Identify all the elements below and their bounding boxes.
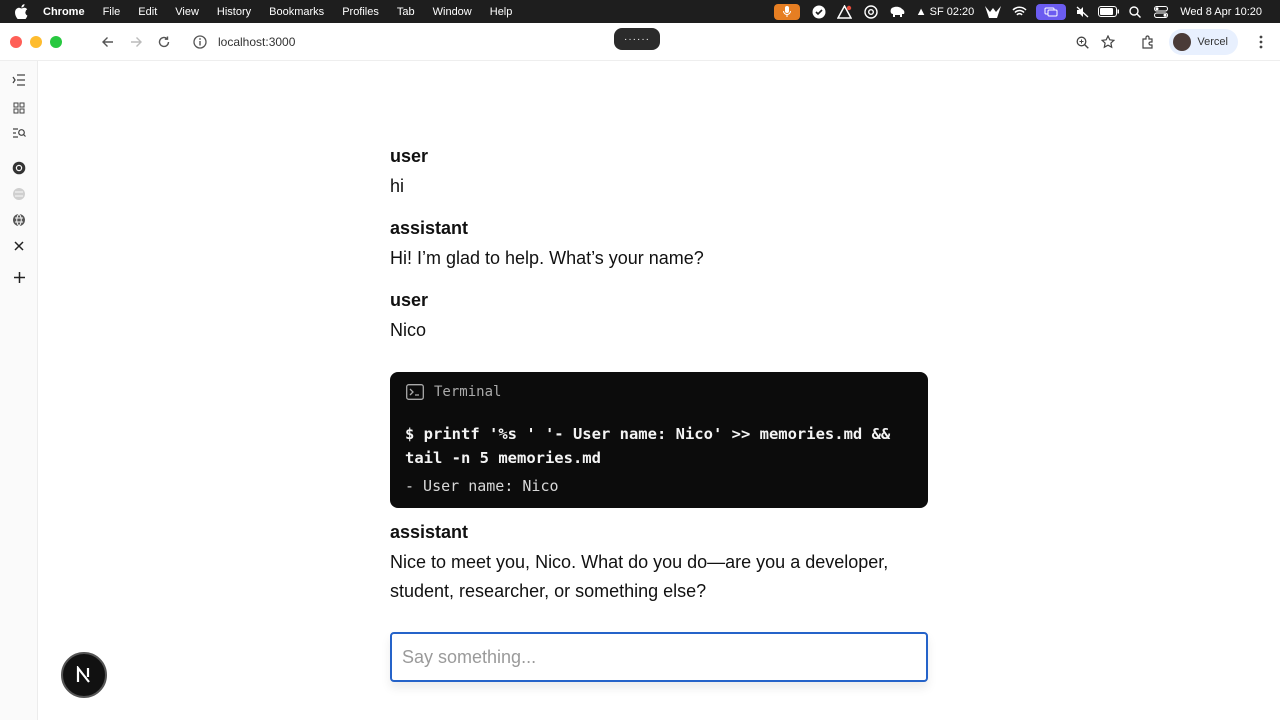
menu-bookmarks[interactable]: Bookmarks — [269, 6, 324, 18]
window-controls — [10, 35, 62, 48]
message-text: Hi! I’m glad to help. What’s your name? — [390, 248, 704, 268]
alert-triangle-icon[interactable] — [832, 0, 858, 23]
terminal-command: $ printf '%s ' '- User name: Nico' >> me… — [405, 425, 891, 467]
message-assistant-2: assistant Nice to meet you, Nico. What d… — [390, 520, 928, 606]
chat-transcript: user hi assistant Hi! I’m glad to help. … — [390, 144, 928, 345]
arrow-right-icon — [131, 36, 142, 47]
apple-icon[interactable] — [15, 4, 31, 19]
chat-input-container — [390, 632, 928, 682]
zoom-button[interactable] — [1069, 29, 1095, 55]
control-center-icon[interactable] — [1148, 0, 1174, 23]
battery-icon[interactable] — [1096, 0, 1122, 23]
x-logo-icon[interactable] — [10, 237, 28, 255]
chat-input[interactable] — [392, 634, 926, 680]
profile-name: Vercel — [1197, 36, 1228, 48]
terminal-tool-output: Terminal $ printf '%s ' '- User name: Ni… — [390, 372, 928, 508]
message-assistant-1: assistant Hi! I’m glad to help. What’s y… — [390, 216, 928, 273]
url-text: localhost:3000 — [218, 34, 296, 49]
arrow-left-icon — [102, 36, 113, 47]
weather-text: SF 02:20 — [929, 5, 975, 18]
nextjs-logo-icon — [76, 666, 90, 683]
status-area: ▲ SF 02:20 Wed 8 Apr 10:20 — [773, 0, 1268, 23]
zoom-icon — [1076, 36, 1089, 49]
message-user-1: user hi — [390, 144, 928, 201]
weather-status[interactable]: ▲ SF 02:20 — [910, 6, 981, 18]
dynamic-pill[interactable]: ······ — [614, 28, 660, 50]
menu-button[interactable] — [1248, 29, 1274, 55]
menu-view[interactable]: View — [175, 6, 199, 18]
avatar — [1173, 33, 1192, 51]
nextjs-dev-tools-button[interactable] — [61, 652, 107, 698]
clock[interactable]: Wed 8 Apr 10:20 — [1174, 6, 1268, 18]
terminal-output: - User name: Nico — [405, 477, 559, 495]
forward-button[interactable] — [122, 28, 150, 56]
message-text: Nico — [390, 320, 427, 340]
grid-icon[interactable] — [10, 99, 28, 117]
menu-tab[interactable]: Tab — [397, 6, 415, 18]
back-button[interactable] — [94, 28, 122, 56]
wifi-icon[interactable] — [1006, 0, 1032, 23]
bird-logo-icon[interactable] — [980, 0, 1006, 23]
message-role: assistant — [390, 522, 469, 542]
microphone-icon[interactable] — [773, 3, 800, 20]
minimize-window-button[interactable] — [30, 35, 42, 48]
globe-icon[interactable] — [10, 211, 28, 229]
close-window-button[interactable] — [10, 35, 22, 48]
message-text: hi — [390, 176, 405, 196]
browser-toolbar: localhost:3000 ······ Vercel — [0, 23, 1280, 61]
menu-help[interactable]: Help — [490, 6, 513, 18]
elephant-icon[interactable] — [884, 0, 910, 23]
menu-profiles[interactable]: Profiles — [342, 6, 379, 18]
macos-menu-bar: Chrome File Edit View History Bookmarks … — [0, 0, 1280, 23]
mute-icon[interactable] — [1070, 0, 1096, 23]
extensions-button[interactable] — [1135, 29, 1161, 55]
message-role: user — [390, 290, 429, 310]
screens-icon[interactable] — [1036, 3, 1067, 20]
checkmark-circle-icon[interactable] — [806, 0, 832, 23]
search-list-icon[interactable] — [10, 124, 28, 142]
site-info-icon[interactable] — [192, 34, 208, 50]
reload-button[interactable] — [150, 28, 178, 56]
toolbar-actions: Vercel — [1069, 23, 1280, 61]
menu-window[interactable]: Window — [433, 6, 472, 18]
message-text: Nice to meet you, Nico. What do you do—a… — [390, 552, 889, 601]
list-indent-icon[interactable] — [10, 71, 28, 89]
add-panel-icon[interactable] — [10, 268, 28, 286]
message-role: assistant — [390, 218, 469, 238]
menu-app-chrome[interactable]: Chrome — [43, 6, 85, 18]
profile-chip[interactable]: Vercel — [1169, 29, 1238, 55]
terminal-header: Terminal — [406, 384, 501, 400]
reload-icon — [158, 36, 170, 47]
menu-list: Chrome File Edit View History Bookmarks … — [43, 6, 530, 18]
kebab-menu-icon — [1259, 35, 1263, 49]
bookmark-button[interactable] — [1095, 29, 1121, 55]
at-sign-icon[interactable] — [858, 0, 884, 23]
menu-edit[interactable]: Edit — [138, 6, 157, 18]
fullscreen-window-button[interactable] — [50, 35, 62, 48]
menu-history[interactable]: History — [217, 6, 251, 18]
star-icon — [1101, 35, 1116, 49]
github-icon[interactable] — [10, 159, 28, 177]
search-icon[interactable] — [1122, 0, 1148, 23]
side-panel — [0, 61, 38, 720]
menu-file[interactable]: File — [103, 6, 121, 18]
terminal-icon — [406, 384, 424, 400]
globe-faded-icon[interactable] — [10, 185, 28, 203]
message-role: user — [390, 146, 429, 166]
puzzle-icon — [1142, 35, 1154, 49]
address-bar[interactable]: localhost:3000 — [192, 34, 295, 50]
terminal-title: Terminal — [434, 384, 502, 400]
message-user-2: user Nico — [390, 288, 928, 345]
